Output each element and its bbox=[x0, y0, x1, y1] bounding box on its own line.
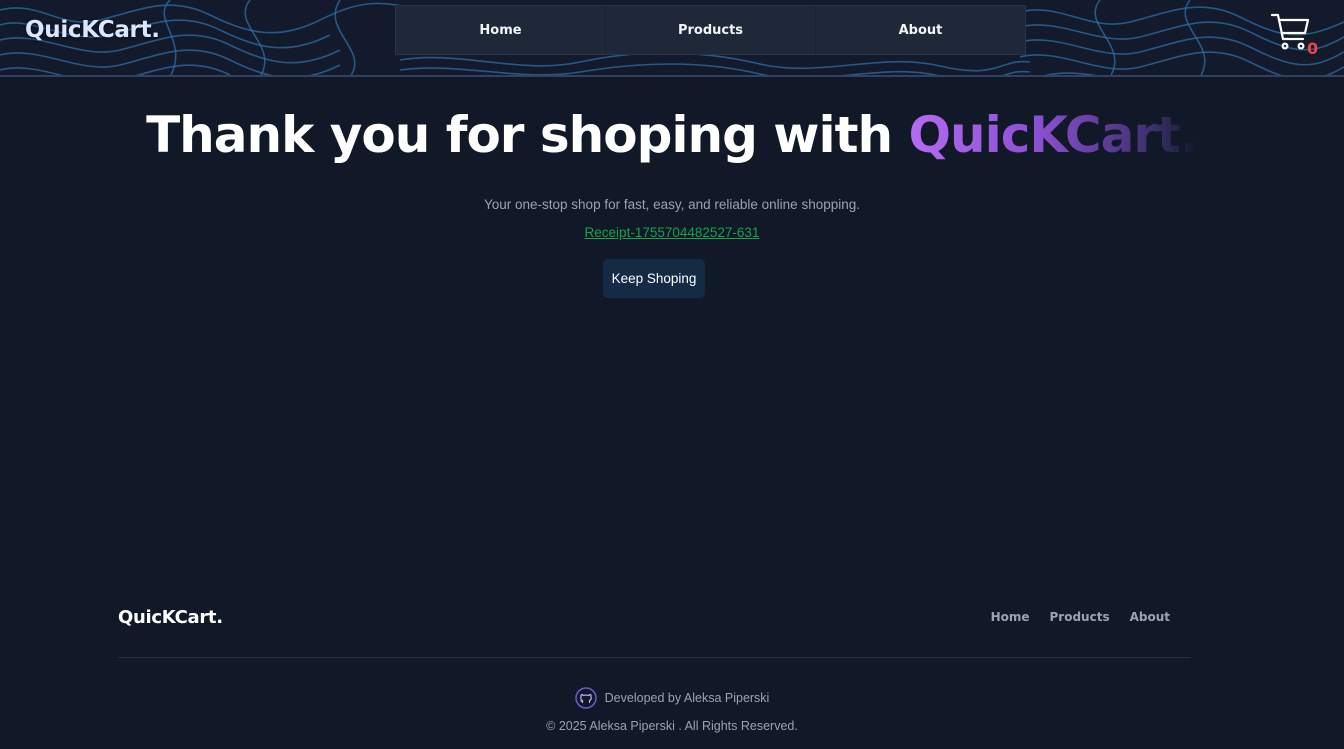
title-prefix: Thank you for shoping with bbox=[146, 106, 909, 164]
footer-link-products[interactable]: Products bbox=[1050, 610, 1110, 624]
site-header: QuicKCart. Home Products About 0 bbox=[0, 0, 1344, 77]
footer-logo[interactable]: QuicKCart. bbox=[118, 607, 223, 628]
footer-divider bbox=[118, 657, 1191, 658]
site-logo[interactable]: QuicKCart. bbox=[25, 17, 160, 43]
cart-button[interactable]: 0 bbox=[1268, 12, 1328, 62]
receipt-link[interactable]: Receipt-1755704482527-631 bbox=[585, 225, 760, 240]
receipt-row: Receipt-1755704482527-631 bbox=[0, 224, 1344, 242]
footer-link-home[interactable]: Home bbox=[991, 610, 1030, 624]
subtitle-text: Your one-stop shop for fast, easy, and r… bbox=[483, 197, 860, 212]
cart-count-badge: 0 bbox=[1307, 39, 1319, 58]
nav-products[interactable]: Products bbox=[605, 6, 815, 54]
copyright-text: © 2025 Aleksa Piperski . All Rights Rese… bbox=[546, 719, 798, 733]
footer-nav: Home Products About bbox=[991, 610, 1170, 624]
title-brand: QuicKCart. bbox=[908, 106, 1199, 164]
github-icon[interactable] bbox=[574, 687, 597, 709]
main-nav: Home Products About bbox=[395, 5, 1026, 55]
footer-link-about[interactable]: About bbox=[1130, 610, 1170, 624]
keep-shopping-button[interactable]: Keep Shoping bbox=[603, 259, 705, 298]
developer-text: Developed by Aleksa Piperski bbox=[604, 691, 770, 705]
page-title: Thank you for shoping with QuicKCart. bbox=[0, 106, 1344, 164]
nav-home[interactable]: Home bbox=[396, 6, 605, 54]
developer-credit: Developed by Aleksa Piperski bbox=[0, 687, 1344, 709]
cart-icon bbox=[1270, 13, 1310, 50]
nav-about[interactable]: About bbox=[815, 6, 1025, 54]
